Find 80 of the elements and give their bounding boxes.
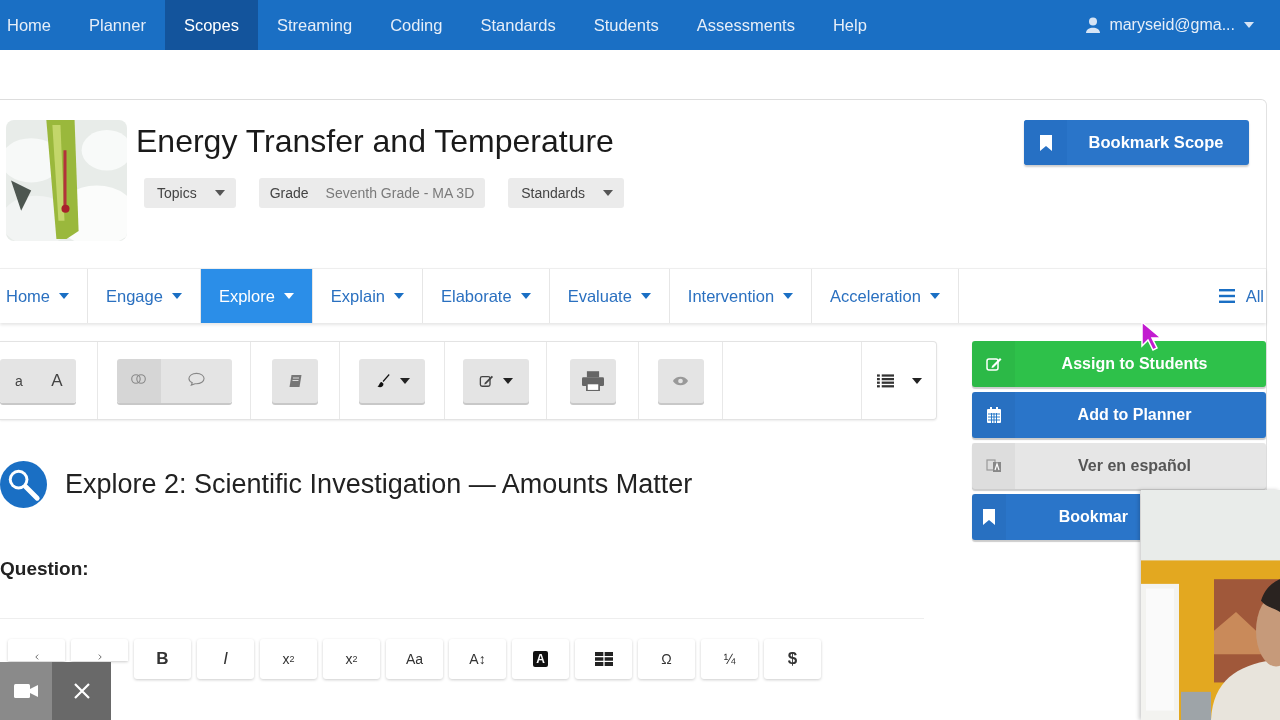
nav-link[interactable]: Streaming bbox=[257, 0, 372, 50]
question-label: Question: bbox=[0, 558, 90, 580]
toggle-icon bbox=[130, 372, 147, 386]
nav-link[interactable]: Students bbox=[574, 0, 678, 50]
undo-icon bbox=[32, 654, 41, 660]
grade-value: Seventh Grade - MA 3D bbox=[325, 185, 475, 201]
scope-title: Energy Transfer and Temperature bbox=[136, 122, 615, 161]
table-icon bbox=[594, 652, 613, 666]
caret-icon bbox=[283, 293, 294, 299]
font-smaller-button[interactable]: a bbox=[0, 358, 38, 403]
caret-icon bbox=[394, 293, 404, 299]
calendar-icon bbox=[985, 407, 1002, 423]
highlight-dropdown[interactable] bbox=[359, 358, 425, 403]
format-button[interactable]: A↕ bbox=[449, 639, 506, 679]
menu-icon bbox=[1218, 289, 1235, 303]
font-larger-button[interactable]: A bbox=[38, 358, 76, 403]
nav-link[interactable]: Standards bbox=[461, 0, 575, 50]
translate-icon bbox=[985, 458, 1002, 474]
section-tab[interactable]: Evaluate bbox=[549, 269, 670, 323]
format-button[interactable]: B bbox=[134, 639, 191, 679]
all-button[interactable]: All bbox=[1218, 269, 1266, 323]
list-icon bbox=[876, 373, 894, 388]
action-button[interactable]: Bookmar bbox=[972, 494, 1140, 540]
section-tab[interactable]: Engage bbox=[88, 269, 201, 323]
format-button[interactable]: ¼ bbox=[701, 639, 758, 679]
format-button[interactable]: Ω bbox=[638, 639, 695, 679]
video-camera-icon bbox=[14, 684, 38, 698]
format-button[interactable]: $ bbox=[764, 639, 821, 679]
caret-icon bbox=[399, 377, 410, 384]
filter-dropdown[interactable]: Topics bbox=[144, 178, 236, 208]
caret-icon bbox=[520, 293, 531, 299]
book-button[interactable] bbox=[272, 358, 318, 403]
caret-icon bbox=[171, 293, 182, 299]
section-tab[interactable]: Home bbox=[0, 269, 88, 323]
nav-link[interactable]: Help bbox=[813, 0, 886, 50]
printer-icon bbox=[581, 370, 604, 391]
table-button[interactable] bbox=[575, 639, 632, 679]
bookmark-icon bbox=[1039, 134, 1052, 151]
nav-link[interactable]: Home bbox=[0, 0, 70, 50]
section-tab[interactable]: Elaborate bbox=[423, 269, 550, 323]
format-button[interactable]: x$^{2}$ bbox=[260, 639, 317, 679]
section-tab[interactable]: Explain bbox=[312, 269, 423, 323]
caret-icon bbox=[59, 293, 69, 299]
section-tab[interactable]: Explore bbox=[200, 269, 313, 323]
text-color-button[interactable]: A bbox=[512, 639, 569, 679]
preview-button[interactable] bbox=[657, 358, 704, 403]
format-button[interactable]: Aa bbox=[386, 639, 443, 679]
edit-icon bbox=[985, 356, 1002, 372]
bookmark-icon bbox=[980, 509, 997, 525]
close-icon bbox=[73, 683, 90, 699]
bookmark-scope-button[interactable]: Bookmark Scope bbox=[1024, 120, 1249, 165]
section-tab[interactable]: Intervention bbox=[669, 269, 813, 323]
print-button[interactable] bbox=[569, 358, 616, 403]
caret-icon bbox=[911, 377, 922, 384]
user-icon bbox=[1086, 17, 1101, 33]
action-button[interactable]: Add to Planner bbox=[972, 392, 1266, 438]
camera-button[interactable] bbox=[0, 662, 52, 720]
close-button[interactable] bbox=[52, 662, 111, 720]
nav-link[interactable]: Scopes bbox=[164, 0, 258, 50]
caret-icon bbox=[640, 293, 651, 299]
edit-dropdown[interactable] bbox=[462, 358, 529, 403]
grade-label: Grade bbox=[269, 185, 309, 201]
filter-dropdown[interactable]: Standards bbox=[508, 178, 625, 208]
caret-icon bbox=[603, 190, 614, 196]
caret-icon bbox=[783, 293, 794, 299]
section-tab[interactable]: Acceleration bbox=[812, 269, 959, 323]
caret-icon bbox=[214, 190, 225, 196]
activity-heading: Explore 2: Scientific Investigation — Amounts Matter bbox=[65, 469, 693, 500]
speech-bubble-icon bbox=[187, 372, 205, 386]
caret-icon bbox=[1244, 22, 1254, 28]
nav-link[interactable]: Planner bbox=[70, 0, 165, 50]
caret-icon bbox=[929, 293, 940, 299]
user-menu[interactable]: maryseid@gma... bbox=[1086, 0, 1280, 50]
format-button[interactable]: I bbox=[197, 639, 254, 679]
toggle-button[interactable] bbox=[116, 358, 161, 403]
nav-link[interactable]: Assessments bbox=[677, 0, 814, 50]
edit-icon bbox=[478, 373, 495, 388]
caret-icon bbox=[503, 377, 513, 384]
action-button[interactable]: Ver en español bbox=[972, 443, 1266, 489]
nav-link[interactable]: Coding bbox=[371, 0, 462, 50]
